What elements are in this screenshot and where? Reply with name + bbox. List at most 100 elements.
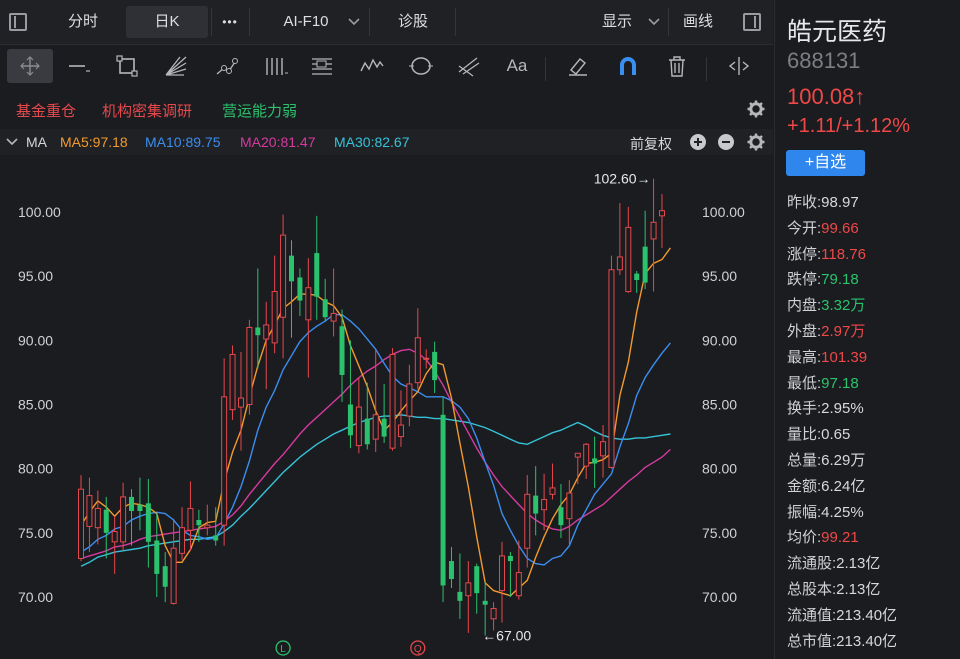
candle-body	[179, 527, 186, 554]
tab-daily-k[interactable]: 日K	[126, 6, 208, 38]
divider	[545, 57, 546, 81]
candle-body	[634, 273, 640, 281]
trash-icon[interactable]	[660, 49, 694, 83]
chevron-down-icon[interactable]	[648, 17, 660, 27]
y-tick-label-right: 100.00	[702, 204, 745, 220]
tab-ai-f10[interactable]: AI-F10	[266, 6, 346, 38]
candle-body	[213, 535, 219, 541]
quote-row: 外盘:2.97万	[787, 319, 865, 345]
chevron-down-icon[interactable]	[348, 17, 360, 27]
event-marker-label: Q	[414, 644, 422, 655]
candle-body	[255, 327, 261, 336]
candle-body	[414, 337, 421, 384]
candle-body	[397, 424, 404, 438]
magnet-icon[interactable]	[611, 49, 645, 83]
gear-icon[interactable]	[747, 133, 765, 151]
quote-value: 2.13亿	[836, 555, 881, 573]
fan-icon[interactable]	[158, 49, 192, 83]
ma5-value: MA5:97.18	[60, 134, 128, 150]
quote-label: 涨停:	[787, 245, 822, 263]
kline-chart[interactable]: 100.00 100.00 95.00 95.00 90.00 90.00 85.00 85.…	[0, 156, 773, 659]
y-tick-label-left: 95.00	[18, 268, 53, 284]
candle-body	[111, 531, 118, 543]
quote-label: 振幅:	[787, 503, 822, 521]
rect-icon[interactable]	[110, 49, 144, 83]
candle-body	[574, 452, 581, 458]
quote-value: 79.18	[821, 271, 859, 289]
zoom-in-icon[interactable]	[690, 134, 706, 150]
candle-body	[364, 418, 370, 445]
crosshair-icon[interactable]	[7, 49, 53, 83]
candle-body	[229, 353, 236, 411]
fork-icon[interactable]	[452, 49, 486, 83]
quote-value: 3.32万	[821, 297, 866, 315]
quote-value: 6.29万	[821, 452, 866, 469]
zoom-out-icon[interactable]	[718, 134, 734, 150]
ma20-value: MA20:81.47	[240, 134, 316, 150]
quote-value: 98.97	[821, 194, 859, 211]
quote-row: 最低:97.18	[787, 371, 859, 397]
quote-label: 总市值:	[787, 632, 837, 650]
tag-fund-heavy[interactable]: 基金重仓	[16, 100, 76, 121]
sidebar-toggle-icon[interactable]	[9, 13, 27, 31]
candle-body	[246, 327, 253, 405]
candle-body	[129, 496, 135, 512]
candle-body	[137, 504, 143, 512]
candle-body	[314, 253, 320, 297]
gear-icon[interactable]	[747, 100, 765, 118]
candle-body	[305, 287, 312, 321]
draw-line-button[interactable]: 画线	[674, 6, 722, 38]
scroll-icon[interactable]	[722, 49, 756, 83]
ma-indicator-name[interactable]: MA	[26, 134, 47, 150]
more-tabs-button[interactable]: •••	[214, 6, 246, 38]
eraser-icon[interactable]	[561, 49, 595, 83]
y-tick-label-right: 70.00	[702, 589, 737, 605]
low-price-label: ←67.00	[482, 628, 531, 644]
event-marker-label: L	[280, 644, 286, 655]
quote-row: 换手:2.95%	[787, 396, 864, 422]
quote-value: 2.95%	[821, 400, 864, 418]
candle-body	[237, 397, 244, 408]
quote-label: 昨收:	[787, 194, 822, 211]
stock-tags: 基金重仓 机构密集调研 营运能力弱	[0, 93, 773, 125]
quote-label: 换手:	[787, 400, 822, 418]
quote-row: 最高:101.39	[787, 345, 867, 371]
adjust-mode[interactable]: 前复权	[630, 134, 672, 154]
wave-icon[interactable]	[355, 49, 389, 83]
display-menu[interactable]: 显示	[588, 6, 646, 38]
divider	[369, 8, 370, 36]
text-icon[interactable]: Aa	[500, 49, 534, 83]
panel-toggle-icon[interactable]	[743, 13, 761, 31]
tab-zhengu[interactable]: 诊股	[380, 6, 446, 38]
chevron-down-icon[interactable]	[6, 137, 18, 147]
y-tick-label-right: 95.00	[702, 268, 737, 284]
candle-body	[120, 496, 127, 543]
candle-body	[457, 591, 463, 601]
quote-label: 流通值:	[787, 606, 837, 624]
candle-body	[347, 404, 353, 436]
quote-row: 内盘:3.32万	[787, 293, 865, 319]
quote-label: 最高:	[787, 348, 822, 366]
candle-body	[204, 524, 211, 529]
node-line-icon[interactable]	[210, 49, 244, 83]
quote-value: 118.76	[821, 245, 866, 263]
candle-body	[372, 414, 379, 440]
add-watchlist-button[interactable]: +自选	[786, 150, 865, 176]
candle-body	[86, 495, 93, 527]
ellipse-icon[interactable]	[404, 49, 438, 83]
candle-body	[482, 600, 488, 605]
candle-body	[339, 326, 345, 375]
line-icon[interactable]	[62, 49, 96, 83]
quote-label: 内盘:	[787, 297, 822, 315]
candle-body	[297, 277, 303, 301]
divider	[455, 8, 456, 36]
channel-icon[interactable]	[305, 49, 339, 83]
tab-ai-f10-label: AI-F10	[283, 13, 329, 30]
parallel-lines-icon[interactable]	[258, 49, 292, 83]
quote-row: 振幅:4.25%	[787, 500, 864, 526]
quote-label: 均价:	[787, 529, 822, 547]
tab-fenshi[interactable]: 分时	[46, 6, 120, 38]
tag-institution-research[interactable]: 机构密集调研	[102, 100, 192, 121]
y-tick-label-right: 90.00	[702, 332, 737, 348]
tag-weak-operation[interactable]: 营运能力弱	[222, 100, 297, 121]
